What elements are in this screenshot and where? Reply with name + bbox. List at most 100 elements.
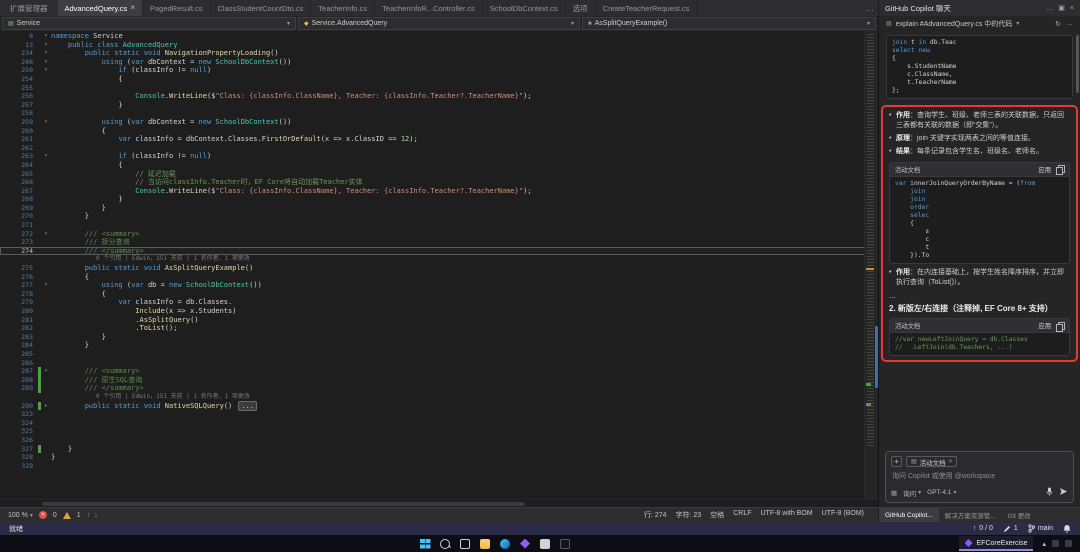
git-sync-status[interactable]: ↑ 0 / 0 bbox=[973, 525, 993, 532]
document-info-item[interactable]: 行: 274 bbox=[644, 510, 667, 520]
document-info-item[interactable]: 字符: 23 bbox=[676, 510, 702, 520]
fold-icon[interactable]: ▾ bbox=[41, 66, 51, 75]
code-line[interactable]: 13 ▾ public class AdvancedQuery bbox=[0, 41, 878, 50]
code-line[interactable]: 282 .ToList(); bbox=[0, 324, 878, 333]
document-info-item[interactable]: UTF-8 (BOM) bbox=[822, 510, 864, 520]
more-icon[interactable]: … bbox=[1066, 20, 1073, 28]
code-line[interactable]: 285 bbox=[0, 350, 878, 359]
code-line[interactable]: 271 bbox=[0, 221, 878, 230]
code-line[interactable]: 276 { bbox=[0, 273, 878, 282]
code-line[interactable]: 263 ▾ if (classInfo != null) bbox=[0, 152, 878, 161]
error-count[interactable]: 0 bbox=[53, 512, 57, 519]
code-line[interactable]: 8 ▾ namespace Service bbox=[0, 32, 878, 41]
mic-icon[interactable] bbox=[1046, 487, 1053, 498]
tool-tab-extension-manager[interactable]: 扩展管理器 bbox=[0, 0, 58, 16]
document-tab[interactable]: TeacherInfoR...Controller.cs bbox=[375, 0, 483, 16]
chevron-up-icon[interactable]: ▴ bbox=[1042, 540, 1046, 548]
notifications-bell[interactable] bbox=[1063, 524, 1071, 533]
code-line[interactable]: 255 bbox=[0, 84, 878, 93]
document-tab[interactable]: CreateTeacherRequest.cs bbox=[596, 0, 698, 16]
fold-icon[interactable]: ▾ bbox=[41, 230, 51, 239]
fold-icon[interactable]: ▾ bbox=[41, 41, 51, 50]
document-info-item[interactable]: 空格 bbox=[710, 510, 724, 520]
error-icon[interactable]: × bbox=[38, 511, 47, 519]
code-line[interactable]: 256 Console.WriteLine($"Class: {classInf… bbox=[0, 92, 878, 101]
code-line[interactable]: 277 ▾ using (var db = new SchoolDbContext… bbox=[0, 281, 878, 290]
apply-button[interactable]: 应用 bbox=[1038, 165, 1051, 174]
codelens-info[interactable]: 0 个引用 | Edwin，151 天前 | 1 名作者，1 项更改 bbox=[0, 393, 878, 402]
fold-icon[interactable]: ▾ bbox=[41, 281, 51, 290]
code-line[interactable]: 329 bbox=[0, 462, 878, 471]
code-line[interactable]: 234 ▾ public static void NavigationProper… bbox=[0, 49, 878, 58]
code-line[interactable]: 287 ▾ /// <summary> bbox=[0, 367, 878, 376]
code-line[interactable]: 250 ▾ if (classInfo != null) bbox=[0, 66, 878, 75]
database-icon[interactable] bbox=[540, 538, 550, 549]
document-tab[interactable]: AdvancedQuery.cs × bbox=[57, 0, 143, 16]
next-issue-icon[interactable]: ↓ bbox=[94, 512, 98, 519]
code-line[interactable]: 259 ▾ using (var dbContext = new SchoolDb… bbox=[0, 118, 878, 127]
taskbar-window-button[interactable]: EFCoreExercise bbox=[958, 536, 1034, 551]
chevron-down-icon[interactable]: ▾ bbox=[1016, 20, 1019, 27]
code-line[interactable]: 246 ▾ using (var dbContext = new SchoolDb… bbox=[0, 58, 878, 67]
code-line[interactable]: 323 bbox=[0, 410, 878, 419]
prev-issue-icon[interactable]: ↑ bbox=[87, 512, 91, 519]
code-line[interactable]: 284 } bbox=[0, 341, 878, 350]
terminal-icon[interactable] bbox=[560, 538, 570, 549]
dock-icon[interactable]: ▣ bbox=[1058, 5, 1065, 12]
code-line[interactable]: 279 var classInfo = db.Classes. bbox=[0, 298, 878, 307]
chip-close-icon[interactable]: × bbox=[949, 458, 953, 465]
code-line[interactable]: 261 var classInfo = dbContext.Classes.Fi… bbox=[0, 135, 878, 144]
scrollbar-thumb[interactable] bbox=[42, 502, 525, 506]
warning-icon[interactable] bbox=[62, 511, 71, 519]
code-line[interactable]: 324 bbox=[0, 419, 878, 428]
copilot-prompt-row[interactable]: ▤ explain #AdvancedQuery.cs 中的代码 ▾ ↻ … bbox=[878, 16, 1080, 31]
volume-icon[interactable] bbox=[1065, 540, 1072, 547]
panel-scrollbar-thumb[interactable] bbox=[1076, 35, 1079, 93]
codelens-info[interactable]: 0 个引用 | Edwin，151 天前 | 1 名作者，1 项更改 bbox=[0, 255, 878, 264]
more-icon[interactable]: … bbox=[1046, 5, 1053, 12]
active-document-chip[interactable]: ▤ 活动文档 × bbox=[906, 456, 958, 467]
code-line[interactable]: 254 { bbox=[0, 75, 878, 84]
copy-icon[interactable] bbox=[1056, 321, 1065, 332]
copilot-chat-input[interactable]: + ▤ 活动文档 × 询问 Copilot 或使用 @workspace ▦ 询… bbox=[885, 451, 1074, 503]
code-line[interactable]: 268 } bbox=[0, 195, 878, 204]
code-line[interactable]: 258 bbox=[0, 109, 878, 118]
document-tab[interactable]: 选项 bbox=[566, 0, 596, 16]
document-tab[interactable]: SchoolDbContext.cs bbox=[483, 0, 566, 16]
zoom-select[interactable]: 100 % ▾ bbox=[8, 512, 33, 519]
code-line[interactable]: 286 bbox=[0, 359, 878, 368]
panel-tab[interactable]: GitHub Copilot... bbox=[879, 508, 939, 522]
code-line[interactable]: 288 /// 原生SQL查询 bbox=[0, 375, 878, 385]
code-line[interactable]: 326 bbox=[0, 436, 878, 445]
chat-input-placeholder[interactable]: 询问 Copilot 或使用 @workspace bbox=[891, 471, 1068, 483]
attach-icon[interactable]: ▦ bbox=[891, 489, 897, 497]
code-line[interactable]: 267 Console.WriteLine($"Class: {classInf… bbox=[0, 187, 878, 196]
document-info-item[interactable]: UTF-8 with BOM bbox=[760, 510, 812, 520]
breadcrumb-type[interactable]: ◆ Service.AdvancedQuery ▾ bbox=[298, 17, 580, 30]
fold-icon[interactable]: ▸ bbox=[41, 402, 51, 411]
code-line[interactable]: 325 bbox=[0, 427, 878, 436]
fold-icon[interactable]: ▾ bbox=[41, 32, 51, 41]
code-editor[interactable]: 8 ▾ namespace Service 13 ▾ public class Adva… bbox=[0, 31, 878, 507]
horizontal-scrollbar[interactable] bbox=[0, 499, 878, 507]
mode-select[interactable]: 询问 ▾ bbox=[903, 488, 921, 498]
fold-icon[interactable]: ▾ bbox=[41, 367, 51, 376]
fold-icon[interactable]: ▾ bbox=[41, 58, 51, 67]
fold-icon[interactable]: ▾ bbox=[41, 152, 51, 161]
model-select[interactable]: GPT-4.1 ▾ bbox=[927, 489, 956, 496]
edge-icon[interactable] bbox=[500, 538, 510, 549]
fold-icon[interactable]: ▾ bbox=[41, 118, 51, 127]
minimap[interactable] bbox=[864, 31, 878, 499]
file-explorer-icon[interactable] bbox=[480, 538, 490, 549]
git-branch[interactable]: main bbox=[1028, 524, 1053, 533]
tab-overflow-icon[interactable]: … bbox=[862, 0, 878, 16]
breadcrumb-member[interactable]: ■ AsSplitQueryExample() ▾ bbox=[582, 17, 876, 30]
task-view-icon[interactable] bbox=[460, 538, 470, 549]
code-line[interactable]: 281 .AsSplitQuery() bbox=[0, 316, 878, 325]
code-line[interactable]: 265 // 延迟加载 bbox=[0, 170, 878, 179]
send-icon[interactable] bbox=[1059, 487, 1068, 498]
panel-tab[interactable]: Git 更改 bbox=[1002, 508, 1037, 522]
code-line[interactable]: 260 { bbox=[0, 127, 878, 136]
document-info-item[interactable]: CRLF bbox=[733, 510, 751, 520]
code-line[interactable]: 290 ▸ public static void NativeSQLQuery()… bbox=[0, 400, 878, 411]
